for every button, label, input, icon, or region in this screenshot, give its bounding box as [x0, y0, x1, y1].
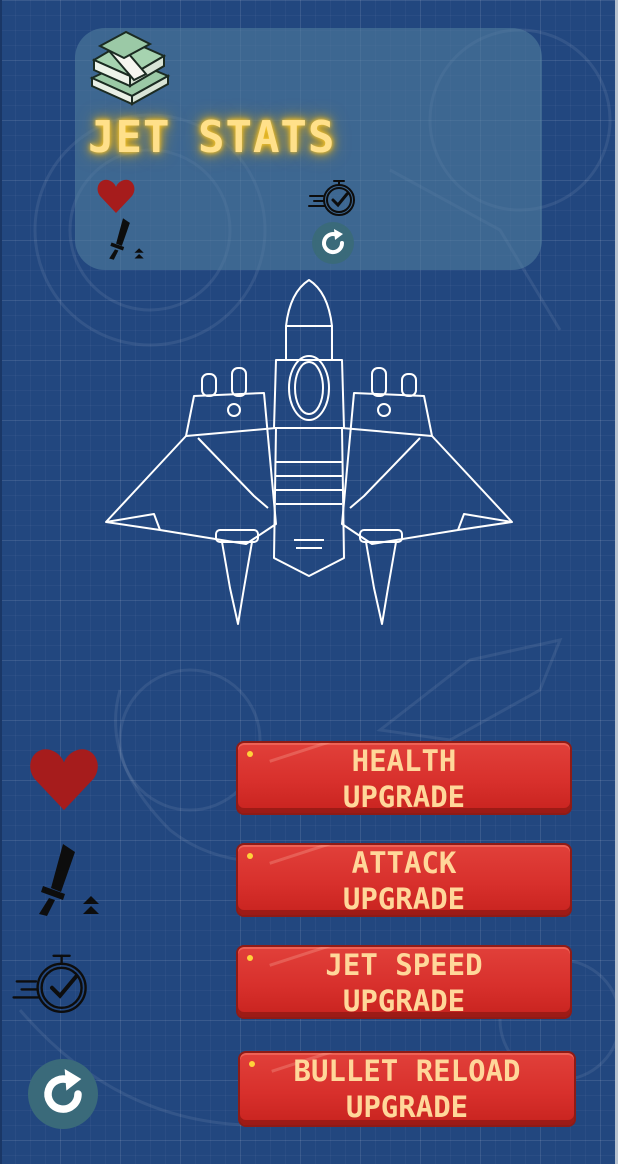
money-stack-icon [89, 30, 171, 106]
sword-icon [109, 218, 144, 260]
jet-speed-upgrade-button[interactable]: JET SPEED UPGRADE [236, 945, 572, 1019]
jet-speed-upgrade-label-line1: JET SPEED [325, 948, 483, 982]
reload-icon [28, 1059, 98, 1129]
reload-icon [312, 222, 354, 264]
health-upgrade-button[interactable]: HEALTH UPGRADE [236, 741, 572, 815]
sword-icon [39, 844, 99, 916]
heart-icon [30, 749, 98, 811]
attack-upgrade-button[interactable]: ATTACK UPGRADE [236, 843, 572, 917]
bullet-reload-upgrade-button[interactable]: BULLET RELOAD UPGRADE [238, 1051, 576, 1127]
stats-title: JET STATS [88, 112, 336, 163]
bullet-reload-upgrade-label-line2: UPGRADE [345, 1090, 469, 1124]
jet-speed-upgrade-label-line2: UPGRADE [342, 984, 466, 1018]
health-upgrade-label-line1: HEALTH [351, 744, 457, 778]
attack-upgrade-label-line1: ATTACK [351, 846, 457, 880]
heart-icon [97, 179, 135, 213]
speed-stopwatch-icon [308, 180, 355, 216]
attack-upgrade-label-line2: UPGRADE [342, 882, 466, 916]
jet-blueprint [105, 279, 513, 625]
speed-stopwatch-icon [12, 954, 87, 1013]
health-upgrade-label-line2: UPGRADE [342, 780, 466, 814]
bullet-reload-upgrade-label-line1: BULLET RELOAD [293, 1054, 521, 1088]
